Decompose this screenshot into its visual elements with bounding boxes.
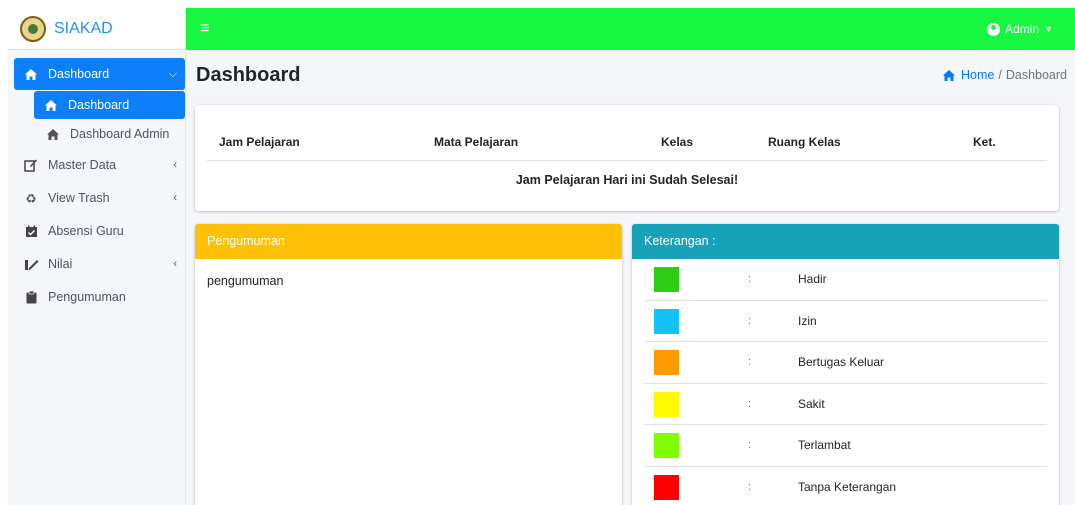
- sidebar-item-label: Dashboard: [68, 98, 130, 112]
- legend-item: : Hadir: [644, 259, 1047, 301]
- sidebar-item-label: View Trash: [48, 191, 110, 205]
- legend-list: : Hadir : Izin : Bertugas Keluar : Sakit: [632, 259, 1059, 505]
- schedule-empty-message: Jam Pelajaran Hari ini Sudah Selesai!: [515, 173, 739, 187]
- announcement-card-header: Pengumuman: [195, 224, 622, 259]
- app-frame: SIAKAD Dashboard ⌵ Dashboard Dashboard A…: [8, 8, 1075, 505]
- brand-name: SIAKAD: [54, 19, 113, 37]
- column-header: Kelas: [661, 135, 694, 149]
- color-swatch: [654, 391, 679, 417]
- legend-label: Bertugas Keluar: [798, 355, 885, 369]
- schedule-card: Jam Pelajaran Mata Pelajaran Kelas Ruang…: [195, 105, 1059, 211]
- breadcrumb-home[interactable]: Home: [942, 68, 994, 82]
- legend-card: Keterangan : : Hadir : Izin : Bertugas K…: [632, 224, 1059, 505]
- legend-label: Tanpa Keterangan: [798, 479, 897, 494]
- sidebar-subitem-dashboard[interactable]: Dashboard: [34, 91, 185, 119]
- announcement-card: Pengumuman pengumuman: [195, 224, 622, 505]
- calendar-check-icon: [22, 225, 40, 238]
- legend-separator: :: [748, 314, 752, 327]
- legend-separator: :: [748, 397, 752, 410]
- user-menu[interactable]: Admin ▼: [987, 22, 1053, 36]
- hamburger-icon[interactable]: ≡: [200, 20, 209, 38]
- chevron-left-icon: ‹: [173, 192, 177, 204]
- color-swatch: [654, 433, 679, 458]
- home-icon: [943, 69, 956, 81]
- legend-label: Izin: [798, 313, 817, 328]
- legend-item: : Izin: [644, 301, 1047, 342]
- user-name: Admin: [1005, 22, 1040, 36]
- legend-separator: :: [748, 356, 752, 368]
- column-header: Ruang Kelas: [768, 135, 841, 149]
- top-navbar: ≡ Admin ▼: [186, 8, 1075, 50]
- legend-item: : Terlambat: [644, 425, 1047, 467]
- home-icon: [22, 68, 40, 81]
- sidebar-nav: Dashboard ⌵ Dashboard Dashboard Admin Ma…: [8, 50, 185, 313]
- signature-icon: [22, 258, 40, 271]
- caret-down-icon: ▼: [1044, 24, 1053, 34]
- legend-separator: :: [748, 273, 752, 285]
- color-swatch: [654, 474, 679, 500]
- sidebar-item-label: Pengumuman: [48, 290, 126, 304]
- brand-logo-icon: [20, 15, 46, 42]
- color-swatch: [654, 267, 679, 292]
- breadcrumb-separator: /: [998, 68, 1002, 82]
- clipboard-icon: [22, 290, 40, 304]
- column-header: Jam Pelajaran: [219, 135, 300, 149]
- sidebar-item-pengumuman[interactable]: Pengumuman: [14, 281, 185, 313]
- breadcrumb: Home / Dashboard: [942, 68, 1067, 82]
- legend-label: Hadir: [798, 272, 827, 286]
- sidebar: SIAKAD Dashboard ⌵ Dashboard Dashboard A…: [8, 8, 186, 505]
- sidebar-item-view-trash[interactable]: ♻ View Trash ‹: [14, 182, 185, 214]
- recycle-icon: ♻: [25, 191, 37, 206]
- chevron-left-icon: ‹: [173, 258, 177, 270]
- legend-label: Sakit: [798, 396, 825, 411]
- color-swatch: [654, 308, 679, 334]
- main-content: Dashboard Home / Dashboard Jam Pelajaran…: [186, 50, 1075, 505]
- schedule-table-header: Jam Pelajaran Mata Pelajaran Kelas Ruang…: [207, 125, 1047, 161]
- column-header: Mata Pelajaran: [434, 135, 519, 149]
- column-header: Ket.: [973, 135, 996, 149]
- breadcrumb-current: Dashboard: [1005, 68, 1067, 82]
- chevron-down-icon: ⌵: [168, 67, 177, 80]
- sidebar-item-label: Nilai: [48, 257, 73, 271]
- legend-separator: :: [748, 480, 752, 493]
- brand[interactable]: SIAKAD: [8, 8, 185, 50]
- announcement-body: pengumuman: [207, 274, 284, 288]
- legend-label: Terlambat: [798, 438, 851, 452]
- legend-separator: :: [748, 439, 752, 451]
- sidebar-item-absensi-guru[interactable]: Absensi Guru: [14, 215, 185, 247]
- sidebar-item-label: Dashboard Admin: [70, 127, 170, 141]
- legend-item: : Tanpa Keterangan: [644, 467, 1047, 505]
- chevron-left-icon: ‹: [173, 159, 177, 171]
- home-icon: [44, 128, 62, 141]
- sidebar-item-nilai[interactable]: Nilai ‹: [14, 248, 185, 280]
- color-swatch: [654, 350, 679, 375]
- page-title: Dashboard: [196, 64, 301, 86]
- legend-item: : Sakit: [644, 384, 1047, 425]
- sidebar-item-master-data[interactable]: Master Data ‹: [14, 149, 185, 181]
- sidebar-item-label: Dashboard: [48, 67, 110, 81]
- legend-item: : Bertugas Keluar: [644, 342, 1047, 384]
- sidebar-item-dashboard[interactable]: Dashboard ⌵: [14, 58, 185, 90]
- edit-icon: [22, 158, 40, 172]
- home-icon: [42, 99, 60, 112]
- legend-card-header: Keterangan :: [632, 224, 1059, 259]
- sidebar-item-label: Master Data: [48, 158, 117, 172]
- sidebar-item-label: Absensi Guru: [48, 224, 124, 238]
- user-circle-icon: [987, 22, 1001, 36]
- sidebar-subitem-dashboard-admin[interactable]: Dashboard Admin: [34, 120, 185, 148]
- breadcrumb-home-label: Home: [961, 68, 995, 82]
